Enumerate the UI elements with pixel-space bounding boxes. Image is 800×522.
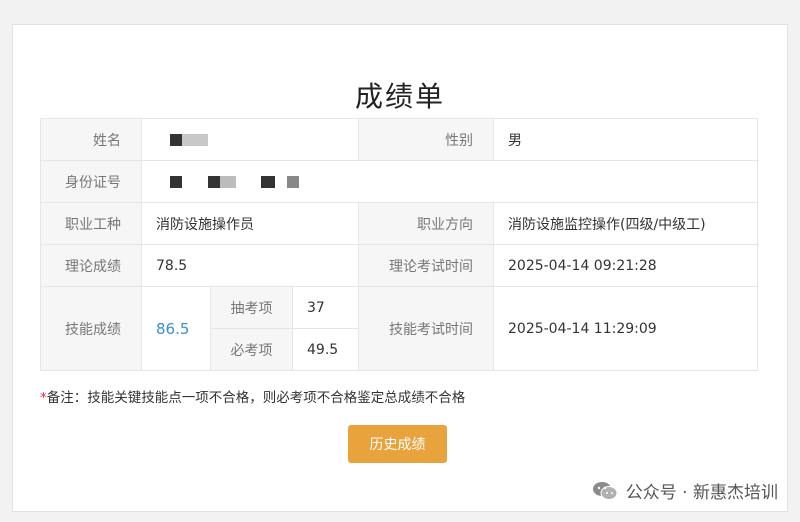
job-label: 职业工种 xyxy=(40,202,142,245)
skill-time-value: 2025-04-14 11:29:09 xyxy=(493,286,758,371)
draw-item-label: 抽考项 xyxy=(210,286,293,329)
page-title: 成绩单 xyxy=(354,80,445,113)
remark-text: 备注：技能关键技能点一项不合格，则必考项不合格鉴定总成绩不合格 xyxy=(46,390,466,406)
skill-score-label: 技能成绩 xyxy=(40,286,142,371)
required-marker: * xyxy=(40,390,47,406)
redacted-id xyxy=(170,175,182,188)
theory-time-value: 2025-04-14 09:21:28 xyxy=(493,244,758,287)
skill-time-label: 技能考试时间 xyxy=(358,286,494,371)
wechat-icon xyxy=(592,481,618,500)
gender-label: 性别 xyxy=(358,118,494,161)
watermark: 公众号 · 新惠杰培训 xyxy=(592,478,778,503)
history-scores-button[interactable]: 历史成绩 xyxy=(348,425,447,463)
score-table: 姓名 性别 男 身份证号 职业工种 消防设施操作员 职业方向 消防设施监控操作(… xyxy=(40,118,758,371)
redacted-name xyxy=(170,133,182,146)
theory-score-value: 78.5 xyxy=(141,244,359,287)
direction-value: 消防设施监控操作(四级/中级工) xyxy=(493,202,758,245)
job-value: 消防设施操作员 xyxy=(141,202,359,245)
watermark-text: 公众号 · 新惠杰培训 xyxy=(625,483,778,503)
draw-item-value: 37 xyxy=(292,286,359,329)
name-value xyxy=(141,118,359,161)
required-item-label: 必考项 xyxy=(210,328,293,371)
skill-score-value: 86.5 xyxy=(141,286,211,371)
theory-score-label: 理论成绩 xyxy=(40,244,142,287)
id-value xyxy=(141,160,758,203)
id-label: 身份证号 xyxy=(40,160,142,203)
name-label: 姓名 xyxy=(40,118,142,161)
required-item-value: 49.5 xyxy=(292,328,359,371)
theory-time-label: 理论考试时间 xyxy=(358,244,494,287)
gender-value: 男 xyxy=(493,118,758,161)
direction-label: 职业方向 xyxy=(358,202,494,245)
remark-note: *备注：技能关键技能点一项不合格，则必考项不合格鉴定总成绩不合格 xyxy=(40,386,465,406)
